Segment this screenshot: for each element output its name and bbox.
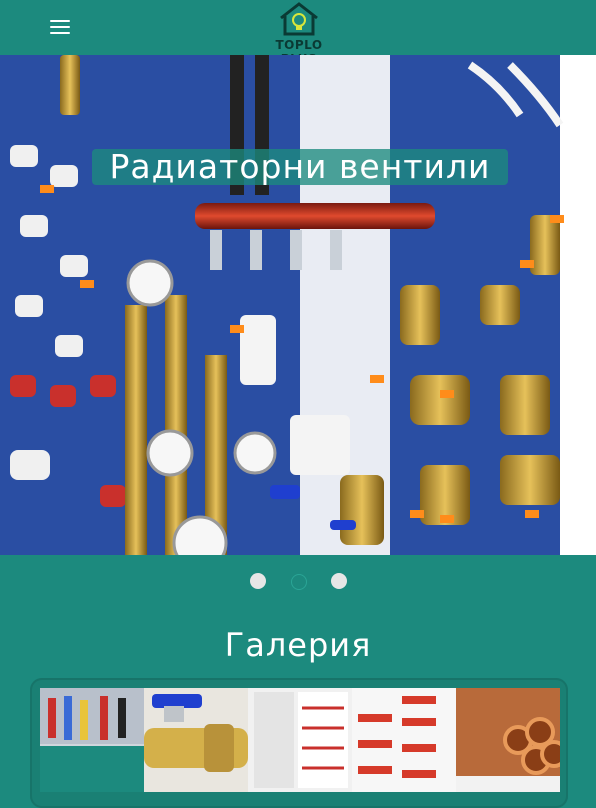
hero-image xyxy=(0,55,596,555)
slider-dot-2[interactable] xyxy=(291,574,307,590)
gallery-thumb-ball-valve[interactable] xyxy=(144,688,248,792)
hero-caption: Радиаторни вентили xyxy=(92,149,508,185)
gallery-thumb-boxed-products[interactable] xyxy=(248,688,352,792)
slider-dots xyxy=(250,573,350,590)
hamburger-menu-icon[interactable] xyxy=(50,20,70,36)
gallery-thumb-tools-display[interactable] xyxy=(40,688,144,792)
gallery-title: Галерия xyxy=(224,626,372,664)
hero-slider[interactable]: Радиаторни вентили xyxy=(0,55,596,555)
gallery-thumb-copper-pipes[interactable] xyxy=(456,688,560,792)
gallery-carousel xyxy=(30,678,568,808)
slider-dot-3[interactable] xyxy=(331,573,347,589)
top-header: TOPLO PLUS xyxy=(0,0,596,66)
slider-dot-1[interactable] xyxy=(250,573,266,589)
site-logo[interactable]: TOPLO PLUS xyxy=(258,0,340,66)
gallery-thumb-ragall-boxes[interactable] xyxy=(352,688,456,792)
house-bulb-icon xyxy=(280,2,318,36)
